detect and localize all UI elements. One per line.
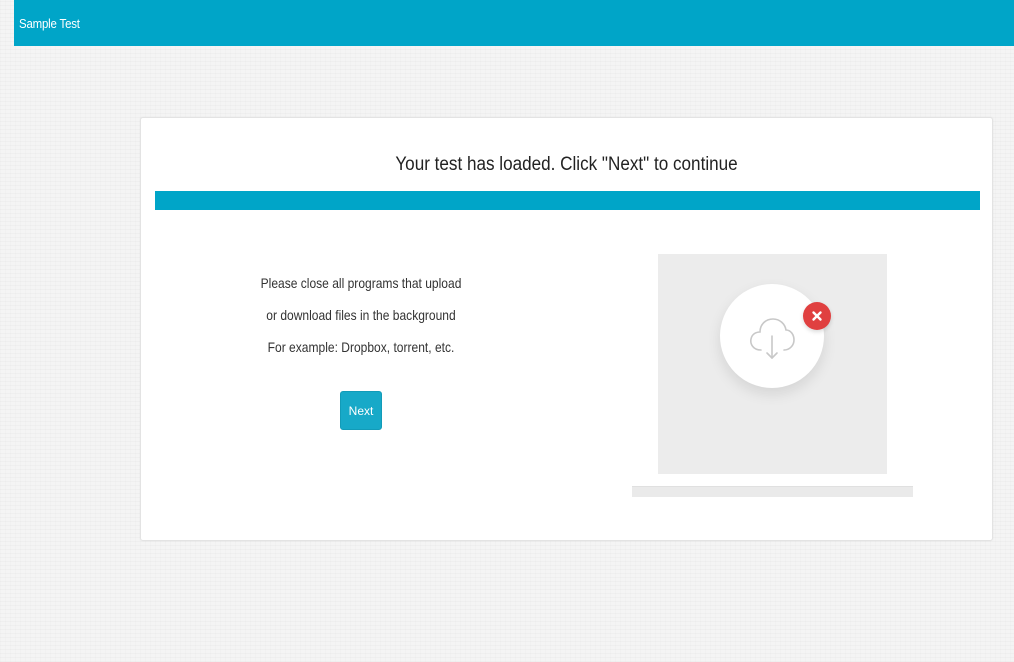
- header-bar: Sample Test: [14, 0, 1014, 46]
- instruction-line-1: Please close all programs that upload: [260, 275, 462, 291]
- page-title: Your test has loaded. Click "Next" to co…: [395, 154, 738, 175]
- close-icon: [812, 311, 822, 321]
- error-badge: [803, 302, 831, 330]
- cloud-download-icon: [750, 318, 795, 359]
- cloud-circle: [720, 284, 824, 388]
- test-loaded-card: Your test has loaded. Click "Next" to co…: [140, 117, 993, 541]
- instruction-line-3: For example: Dropbox, torrent, etc.: [267, 339, 455, 355]
- progress-bar: [155, 191, 980, 210]
- illustration-panel: [658, 254, 887, 474]
- page: Sample Test Your test has loaded. Click …: [0, 0, 1014, 662]
- instructions-text: Please close all programs that upload or…: [231, 267, 491, 363]
- next-button[interactable]: Next: [340, 391, 382, 430]
- app-title: Sample Test: [19, 16, 80, 31]
- illustration-stand: [632, 486, 913, 497]
- instruction-line-2: or download files in the background: [266, 307, 456, 323]
